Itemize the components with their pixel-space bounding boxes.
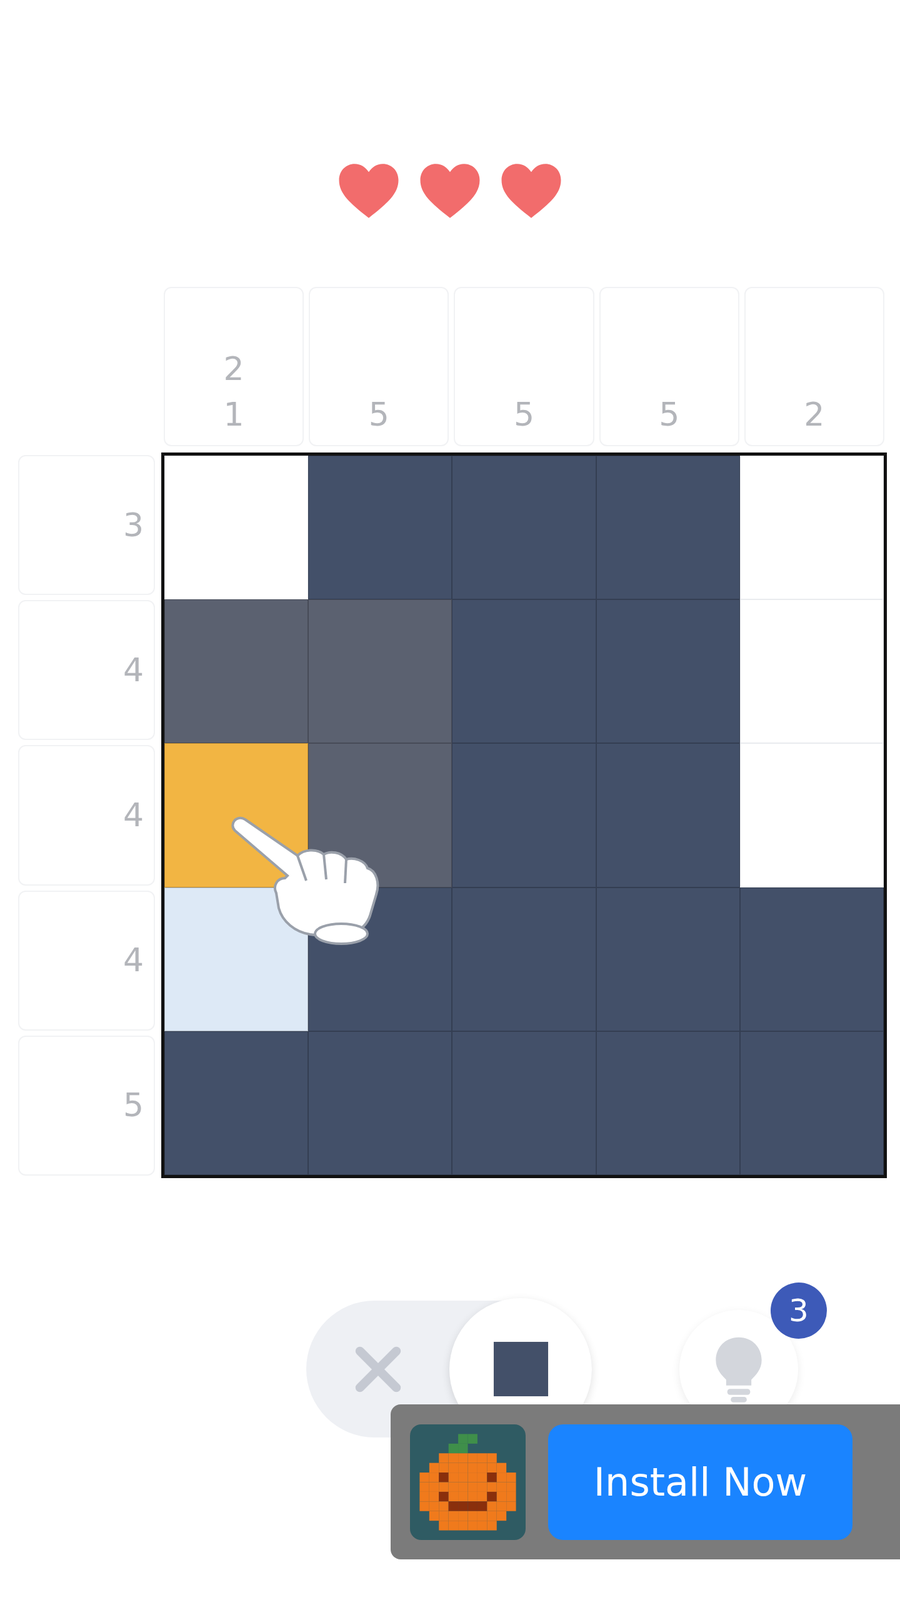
column-clue: 5 — [453, 286, 594, 447]
grid-cell[interactable] — [308, 887, 452, 1032]
clue-number: 5 — [123, 1082, 144, 1129]
grid-cell[interactable] — [308, 455, 452, 600]
grid-cell[interactable] — [308, 743, 452, 887]
grid-cell[interactable] — [308, 1031, 452, 1175]
clue-number: 1 — [223, 391, 245, 438]
row-clue: 4 — [18, 745, 155, 885]
clue-number: 2 — [803, 391, 825, 438]
lives — [335, 161, 565, 221]
grid-cell[interactable] — [740, 887, 884, 1032]
grid-cell[interactable] — [164, 1031, 309, 1175]
clue-number: 4 — [123, 792, 144, 839]
grid-cell[interactable] — [596, 1031, 740, 1175]
grid-cell[interactable] — [740, 599, 884, 744]
grid-cell[interactable] — [596, 887, 740, 1032]
column-clues: 215552 — [161, 286, 887, 447]
grid-cell[interactable] — [740, 455, 884, 600]
hint-count-badge: 3 — [770, 1282, 827, 1339]
heart-icon — [498, 161, 565, 221]
cross-icon — [346, 1338, 410, 1401]
heart-icon — [416, 161, 484, 221]
install-button[interactable]: Install Now — [548, 1424, 853, 1540]
clue-number: 3 — [123, 502, 144, 549]
grid-cell[interactable] — [164, 599, 309, 744]
column-clue: 2 — [744, 286, 885, 447]
row-clue: 4 — [18, 890, 155, 1031]
grid-cell[interactable] — [164, 455, 309, 600]
column-clue: 5 — [599, 286, 740, 447]
heart-icon — [335, 161, 402, 221]
ad-banner[interactable]: Install Now — [390, 1404, 900, 1560]
row-clue: 5 — [18, 1035, 155, 1176]
row-clue: 4 — [18, 600, 155, 740]
row-clue: 3 — [18, 455, 155, 595]
puzzle-board: 21555234445 — [18, 286, 887, 1179]
column-clue: 21 — [163, 286, 304, 447]
grid-cell[interactable] — [740, 1031, 884, 1175]
clue-number: 5 — [658, 391, 680, 438]
fill-square-icon — [491, 1339, 551, 1399]
clue-number: 5 — [368, 391, 390, 438]
clue-number: 4 — [123, 937, 144, 984]
clue-number: 4 — [123, 647, 144, 694]
grid-cell[interactable] — [596, 743, 740, 887]
grid-cell[interactable] — [164, 887, 309, 1032]
column-clue: 5 — [308, 286, 449, 447]
grid-cell[interactable] — [740, 743, 884, 887]
grid-cell[interactable] — [596, 455, 740, 600]
grid-cell[interactable] — [451, 1031, 596, 1175]
grid-cell[interactable] — [451, 599, 596, 744]
grid-cell[interactable] — [451, 743, 596, 887]
grid-cell[interactable] — [164, 743, 309, 887]
pointing-hand-icon — [222, 805, 392, 950]
clue-number: 5 — [513, 391, 535, 438]
row-clues: 3 4 4 4 5 — [18, 452, 155, 1179]
grid-cell[interactable] — [451, 887, 596, 1032]
puzzle-grid[interactable] — [161, 452, 887, 1179]
app-icon[interactable] — [410, 1424, 526, 1540]
game-screen: 215552344453Install Now — [0, 0, 900, 1600]
grid-cell[interactable] — [596, 599, 740, 744]
grid-cell[interactable] — [451, 455, 596, 600]
grid-cell[interactable] — [308, 599, 452, 744]
clue-number: 2 — [223, 346, 245, 392]
lightbulb-icon — [710, 1335, 767, 1404]
